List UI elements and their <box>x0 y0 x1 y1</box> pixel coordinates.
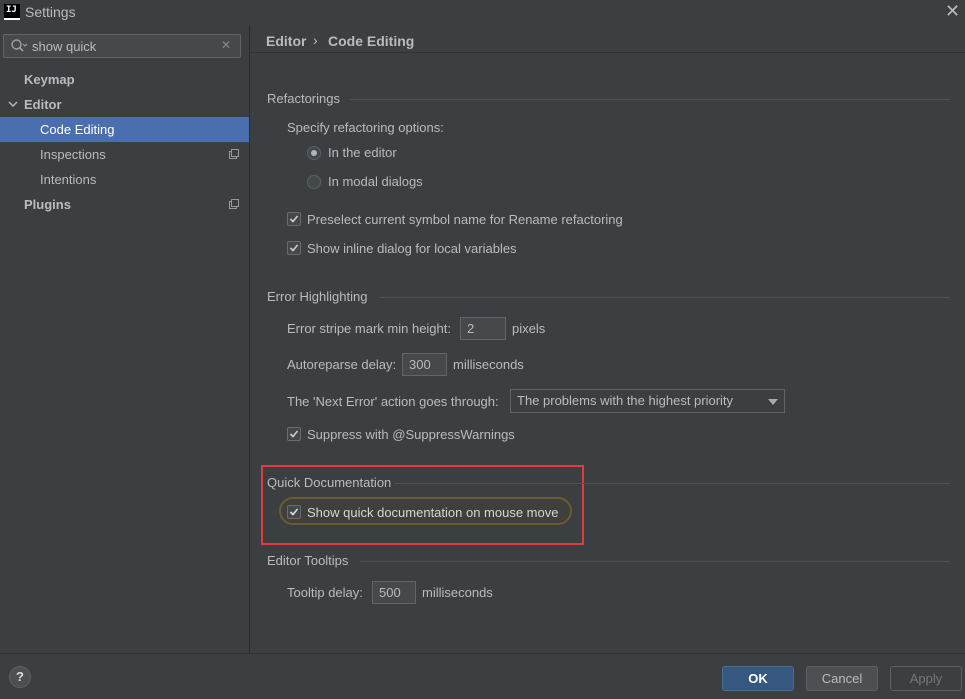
cancel-button[interactable]: Cancel <box>806 666 878 691</box>
window-title: Settings <box>25 4 76 20</box>
autoreparse-unit: milliseconds <box>453 357 524 372</box>
dialog-footer: ? OK Cancel Apply <box>0 653 965 699</box>
next-error-label: The 'Next Error' action goes through: <box>287 394 499 409</box>
close-icon[interactable]: ✕ <box>945 1 960 21</box>
radio-in-editor-label[interactable]: In the editor <box>328 145 397 160</box>
section-title-refactorings: Refactorings <box>267 91 340 106</box>
tooltip-delay-unit: milliseconds <box>422 585 493 600</box>
suppress-warnings-checkbox[interactable] <box>287 427 301 441</box>
sidebar-item-plugins[interactable]: Plugins <box>0 192 249 217</box>
settings-content-panel: Editor › Code Editing Refactorings Speci… <box>249 25 965 653</box>
preselect-symbol-label[interactable]: Preselect current symbol name for Rename… <box>307 212 623 227</box>
sidebar-item-keymap[interactable]: Keymap <box>0 67 249 92</box>
dropdown-arrow-icon <box>768 399 778 405</box>
project-settings-copy-icon <box>229 149 239 159</box>
autoreparse-label: Autoreparse delay: <box>287 357 397 372</box>
sidebar-item-intentions[interactable]: Intentions <box>0 167 249 192</box>
sidebar-item-label: Plugins <box>24 197 71 212</box>
section-title-editor-tooltips: Editor Tooltips <box>267 553 349 568</box>
next-error-dropdown[interactable]: The problems with the highest priority <box>510 389 785 413</box>
breadcrumb: Editor › Code Editing <box>250 25 965 53</box>
section-title-quick-documentation: Quick Documentation <box>267 475 392 490</box>
refactoring-options-label: Specify refactoring options: <box>287 120 444 135</box>
sidebar-item-editor[interactable]: Editor <box>0 92 249 117</box>
inline-dialog-label[interactable]: Show inline dialog for local variables <box>307 241 517 256</box>
checkmark-icon <box>289 215 299 223</box>
autoreparse-input[interactable]: 300 <box>402 353 447 376</box>
breadcrumb-separator: › <box>313 32 318 48</box>
sidebar-item-label: Intentions <box>40 172 97 187</box>
inline-dialog-checkbox[interactable] <box>287 241 301 255</box>
section-divider <box>360 561 950 562</box>
radio-in-modal-dialogs[interactable] <box>307 175 321 189</box>
sidebar-item-label: Keymap <box>24 72 75 87</box>
clear-search-icon[interactable]: ✕ <box>221 38 231 52</box>
help-button[interactable]: ? <box>9 666 31 688</box>
section-divider <box>395 483 950 484</box>
settings-sidebar: ✕ Keymap Editor Code Editing Inspections… <box>0 25 249 653</box>
settings-search-box[interactable]: ✕ <box>3 34 241 58</box>
stripe-height-input[interactable]: 2 <box>460 317 506 340</box>
checkmark-icon <box>289 508 299 516</box>
sidebar-item-label: Inspections <box>40 147 106 162</box>
quick-doc-mouse-move-checkbox[interactable] <box>287 505 301 519</box>
breadcrumb-code-editing: Code Editing <box>328 33 415 49</box>
radio-in-modal-dialogs-label[interactable]: In modal dialogs <box>328 174 423 189</box>
suppress-warnings-label[interactable]: Suppress with @SuppressWarnings <box>307 427 515 442</box>
checkmark-icon <box>289 430 299 438</box>
section-divider <box>380 297 950 298</box>
ok-button[interactable]: OK <box>722 666 794 691</box>
search-icon <box>11 39 28 52</box>
title-bar: IJ Settings ✕ <box>0 0 965 25</box>
stripe-height-label: Error stripe mark min height: <box>287 321 451 336</box>
chevron-down-icon[interactable] <box>8 100 18 108</box>
sidebar-item-label: Editor <box>24 97 62 112</box>
sidebar-item-inspections[interactable]: Inspections <box>0 142 249 167</box>
next-error-selected-value: The problems with the highest priority <box>517 393 734 408</box>
project-settings-copy-icon <box>229 199 239 209</box>
breadcrumb-editor[interactable]: Editor <box>266 33 306 49</box>
section-title-error-highlighting: Error Highlighting <box>267 289 368 304</box>
sidebar-item-label: Code Editing <box>40 122 115 137</box>
intellij-app-icon: IJ <box>4 4 20 20</box>
stripe-height-unit: pixels <box>512 321 546 336</box>
quick-doc-mouse-move-label[interactable]: Show quick documentation on mouse move <box>307 505 558 520</box>
tooltip-delay-label: Tooltip delay: <box>287 585 363 600</box>
preselect-symbol-checkbox[interactable] <box>287 212 301 226</box>
checkmark-icon <box>289 244 299 252</box>
apply-button[interactable]: Apply <box>890 666 962 691</box>
search-input[interactable] <box>32 37 217 55</box>
tooltip-delay-input[interactable]: 500 <box>372 581 416 604</box>
radio-in-editor[interactable] <box>307 146 321 160</box>
section-divider <box>350 99 950 100</box>
sidebar-item-code-editing[interactable]: Code Editing <box>0 117 249 142</box>
